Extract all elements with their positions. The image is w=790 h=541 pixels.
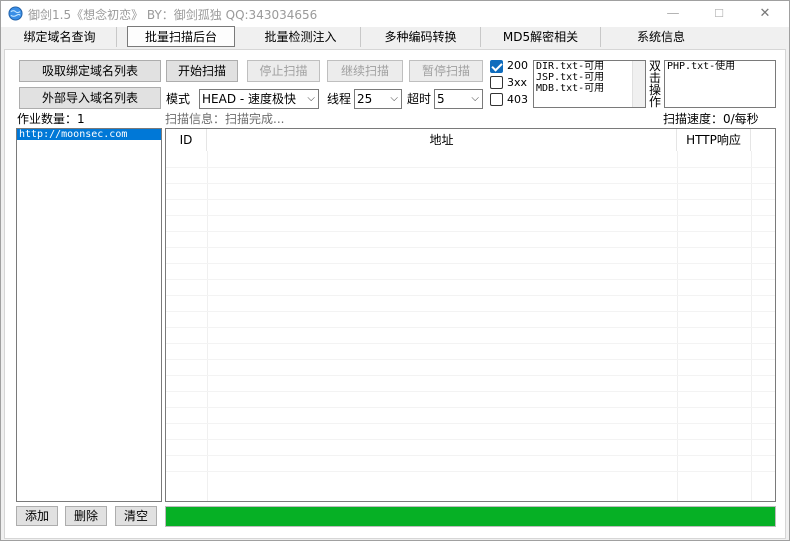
results-table[interactable]: ID 地址 HTTP响应 bbox=[165, 128, 776, 502]
row-divider bbox=[166, 423, 775, 424]
scan-speed-label: 扫描速度：0/每秒 bbox=[663, 112, 759, 126]
maximize-icon[interactable]: ☐ bbox=[697, 1, 741, 27]
row-divider bbox=[166, 183, 775, 184]
col-address-header[interactable]: 地址 bbox=[207, 129, 677, 151]
app-globe-icon bbox=[8, 6, 23, 21]
status-3xx-checkbox[interactable] bbox=[490, 76, 503, 89]
used-dict-list[interactable]: PHP.txt-使用 bbox=[664, 60, 776, 108]
status-200-checkbox[interactable] bbox=[490, 60, 503, 73]
start-scan-button[interactable]: 开始扫描 bbox=[166, 60, 238, 82]
title-bar[interactable]: 御剑1.5《想念初恋》 BY：御剑孤独 QQ:343034656 — ☐ ✕ bbox=[1, 1, 789, 27]
add-button[interactable]: 添加 bbox=[16, 506, 58, 526]
import-domains-button[interactable]: 外部导入域名列表 bbox=[19, 87, 161, 109]
tab-system-info[interactable]: 系统信息 bbox=[601, 27, 721, 47]
continue-scan-button[interactable]: 继续扫描 bbox=[327, 60, 403, 82]
tab-encoding[interactable]: 多种编码转换 bbox=[361, 27, 481, 47]
close-icon[interactable]: ✕ bbox=[743, 1, 787, 27]
row-divider bbox=[166, 231, 775, 232]
row-divider bbox=[166, 311, 775, 312]
column-separator bbox=[677, 151, 678, 501]
row-divider bbox=[166, 471, 775, 472]
domain-list[interactable]: http://moonsec.com bbox=[16, 128, 162, 502]
threads-select[interactable]: 25 ⌵ bbox=[354, 89, 402, 109]
chevron-down-icon: ⌵ bbox=[471, 93, 479, 104]
row-divider bbox=[166, 455, 775, 456]
tab-batch-admin-scan[interactable]: 批量扫描后台 bbox=[127, 26, 235, 47]
chevron-down-icon: ⌵ bbox=[390, 93, 398, 104]
scan-progress-bar bbox=[165, 506, 776, 527]
chevron-down-icon: ⌵ bbox=[307, 93, 315, 104]
threads-value: 25 bbox=[357, 92, 373, 106]
minimize-icon[interactable]: — bbox=[651, 1, 695, 27]
mode-select[interactable]: HEAD - 速度极快 ⌵ bbox=[199, 89, 319, 109]
status-403-label: 403 bbox=[507, 93, 528, 106]
row-divider bbox=[166, 359, 775, 360]
hint-char: 作 bbox=[648, 95, 661, 109]
delete-button[interactable]: 删除 bbox=[65, 506, 107, 526]
row-divider bbox=[166, 391, 775, 392]
status-403-checkbox[interactable] bbox=[490, 93, 503, 106]
scan-panel: 吸取绑定域名列表 外部导入域名列表 作业数量：1 http://moonsec.… bbox=[4, 49, 786, 539]
status-3xx-label: 3xx bbox=[507, 76, 528, 89]
results-header: ID 地址 HTTP响应 bbox=[166, 129, 775, 151]
row-divider bbox=[166, 407, 775, 408]
col-id-header[interactable]: ID bbox=[166, 129, 207, 151]
row-divider bbox=[166, 167, 775, 168]
clear-button[interactable]: 清空 bbox=[115, 506, 157, 526]
scan-progress-fill bbox=[166, 507, 775, 526]
threads-label: 线程 bbox=[327, 92, 352, 106]
job-count-label: 作业数量：1 bbox=[17, 112, 85, 126]
tab-bar: 绑定域名查询 批量扫描后台 批量检测注入 多种编码转换 MD5解密相关 系统信息 bbox=[1, 26, 789, 49]
tab-md5[interactable]: MD5解密相关 bbox=[481, 27, 601, 47]
scan-info-label: 扫描信息：扫描完成... bbox=[165, 112, 285, 126]
timeout-select[interactable]: 5 ⌵ bbox=[434, 89, 483, 109]
domain-list-item[interactable]: http://moonsec.com bbox=[17, 129, 161, 140]
dict-item[interactable]: MDB.txt-可用 bbox=[534, 83, 645, 94]
tab-domain-lookup[interactable]: 绑定域名查询 bbox=[3, 27, 117, 47]
row-divider bbox=[166, 247, 775, 248]
row-divider bbox=[166, 263, 775, 264]
column-separator bbox=[207, 151, 208, 501]
dict-used-item[interactable]: PHP.txt-使用 bbox=[665, 61, 775, 72]
dict-list-scrollbar[interactable] bbox=[632, 61, 645, 107]
column-separator bbox=[751, 151, 752, 501]
row-divider bbox=[166, 295, 775, 296]
fetch-domains-button[interactable]: 吸取绑定域名列表 bbox=[19, 60, 161, 82]
row-divider bbox=[166, 439, 775, 440]
mode-label: 模式 bbox=[166, 92, 191, 106]
row-divider bbox=[166, 327, 775, 328]
stop-scan-button[interactable]: 停止扫描 bbox=[247, 60, 320, 82]
col-http-response-header[interactable]: HTTP响应 bbox=[677, 129, 751, 151]
row-divider bbox=[166, 199, 775, 200]
available-dict-list[interactable]: DIR.txt-可用 JSP.txt-可用 MDB.txt-可用 bbox=[533, 60, 646, 108]
row-divider bbox=[166, 279, 775, 280]
row-divider bbox=[166, 215, 775, 216]
row-divider bbox=[166, 343, 775, 344]
timeout-label: 超时 bbox=[407, 92, 432, 106]
dict-item[interactable]: JSP.txt-可用 bbox=[534, 72, 645, 83]
timeout-value: 5 bbox=[437, 92, 445, 106]
mode-value: HEAD - 速度极快 bbox=[202, 92, 297, 106]
double-click-hint: 双 击 操 作 bbox=[648, 60, 662, 108]
pause-scan-button[interactable]: 暂停扫描 bbox=[409, 60, 483, 82]
status-200-label: 200 bbox=[507, 59, 528, 72]
row-divider bbox=[166, 375, 775, 376]
window-title: 御剑1.5《想念初恋》 BY：御剑孤独 QQ:343034656 bbox=[28, 8, 318, 22]
tab-batch-injection[interactable]: 批量检测注入 bbox=[241, 27, 361, 47]
app-window: 御剑1.5《想念初恋》 BY：御剑孤独 QQ:343034656 — ☐ ✕ 绑… bbox=[0, 0, 790, 541]
dict-item[interactable]: DIR.txt-可用 bbox=[534, 61, 645, 72]
